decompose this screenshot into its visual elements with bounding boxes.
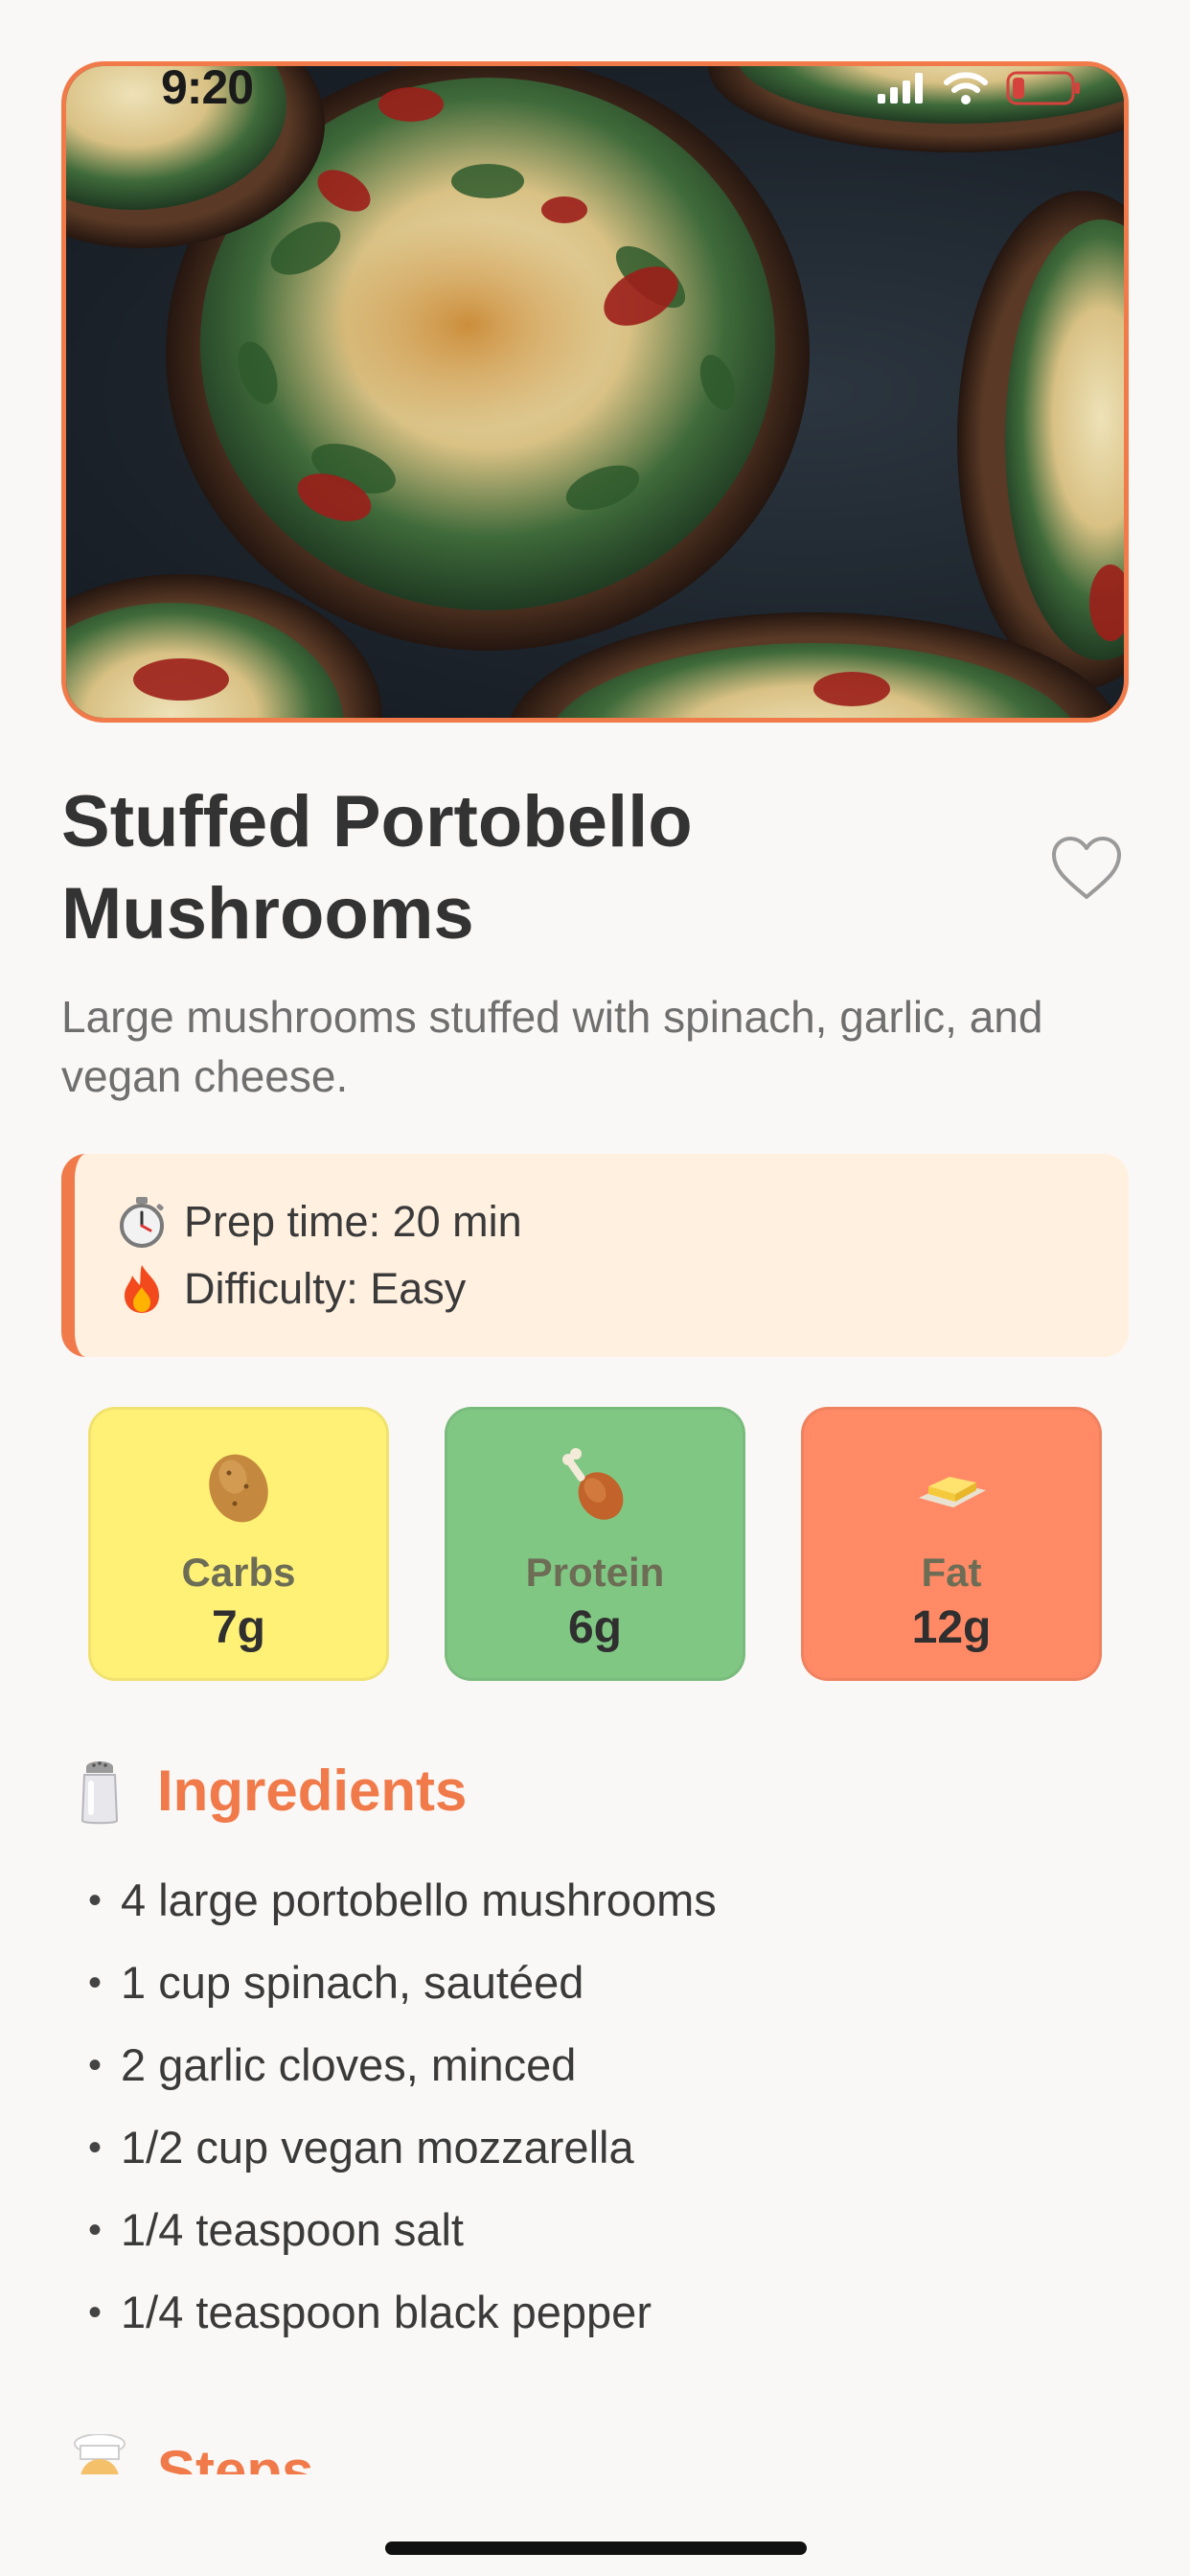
status-bar-time: 9:20: [161, 60, 254, 114]
ingredients-title: Ingredients: [157, 1758, 468, 1823]
prep-time-row: Prep time: 20 min: [115, 1188, 1129, 1255]
recipe-hero-image: [61, 61, 1129, 723]
butter-icon: [919, 1477, 986, 1507]
steps-header: Steps: [73, 2434, 313, 2474]
difficulty-row: Difficulty: Easy: [115, 1255, 1129, 1322]
ingredients-list: • 4 large portobello mushrooms • 1 cup spi…: [88, 1859, 717, 2354]
macro-card-carbs: Carbs 7g: [88, 1407, 389, 1681]
potato-icon: [209, 1454, 268, 1523]
chef-icon: [74, 2434, 126, 2474]
macro-card-protein: Protein 6g: [445, 1407, 745, 1681]
drumstick-icon: [562, 1448, 624, 1520]
recipe-description: Large mushrooms stuffed with spinach, ga…: [61, 992, 1043, 1101]
list-item: • 1/4 teaspoon salt: [88, 2204, 464, 2255]
list-item: • 1/2 cup vegan mozzarella: [88, 2122, 634, 2173]
stopwatch-icon: [120, 1197, 164, 1248]
steps-title: Steps: [157, 2438, 314, 2475]
ingredients-header: Ingredients: [73, 1754, 467, 1827]
macro-value-protein: 6g: [567, 1602, 622, 1653]
macro-value-carbs: 7g: [211, 1602, 265, 1653]
macro-value-fat: 12g: [911, 1602, 992, 1653]
heart-outline-icon[interactable]: [1050, 836, 1123, 901]
recipe-info-box: Prep time: 20 min Difficulty: Easy: [61, 1154, 1129, 1357]
macro-label-protein: Protein: [525, 1550, 665, 1595]
stuffed-mushroom-photo: [66, 66, 1124, 718]
recipe-title-line1: Stuffed Portobello: [61, 781, 693, 862]
recipe-title: Stuffed Portobello Mushrooms: [61, 776, 981, 960]
difficulty-text: Difficulty: Easy: [184, 1264, 467, 1313]
signal-icon: [878, 73, 923, 104]
scroll-clip: Steps: [0, 2434, 1190, 2474]
macro-label-fat: Fat: [921, 1550, 982, 1595]
battery-icon: [1006, 71, 1080, 105]
recipe-title-line2: Mushrooms: [61, 873, 474, 954]
status-bar-icons: [878, 69, 1083, 107]
prep-time-text: Prep time: 20 min: [184, 1197, 522, 1246]
salt-shaker-icon: [80, 1761, 119, 1825]
fire-icon: [125, 1265, 159, 1313]
list-item: • 1 cup spinach, sautéed: [88, 1957, 584, 2008]
macro-label-carbs: Carbs: [181, 1550, 296, 1595]
list-item: • 4 large portobello mushrooms: [88, 1874, 717, 1925]
list-item: • 2 garlic cloves, minced: [88, 2039, 577, 2090]
home-indicator[interactable]: [385, 2542, 807, 2555]
wifi-icon: [944, 72, 988, 104]
macro-card-fat: Fat 12g: [801, 1407, 1102, 1681]
list-item: • 1/4 teaspoon black pepper: [88, 2287, 652, 2337]
